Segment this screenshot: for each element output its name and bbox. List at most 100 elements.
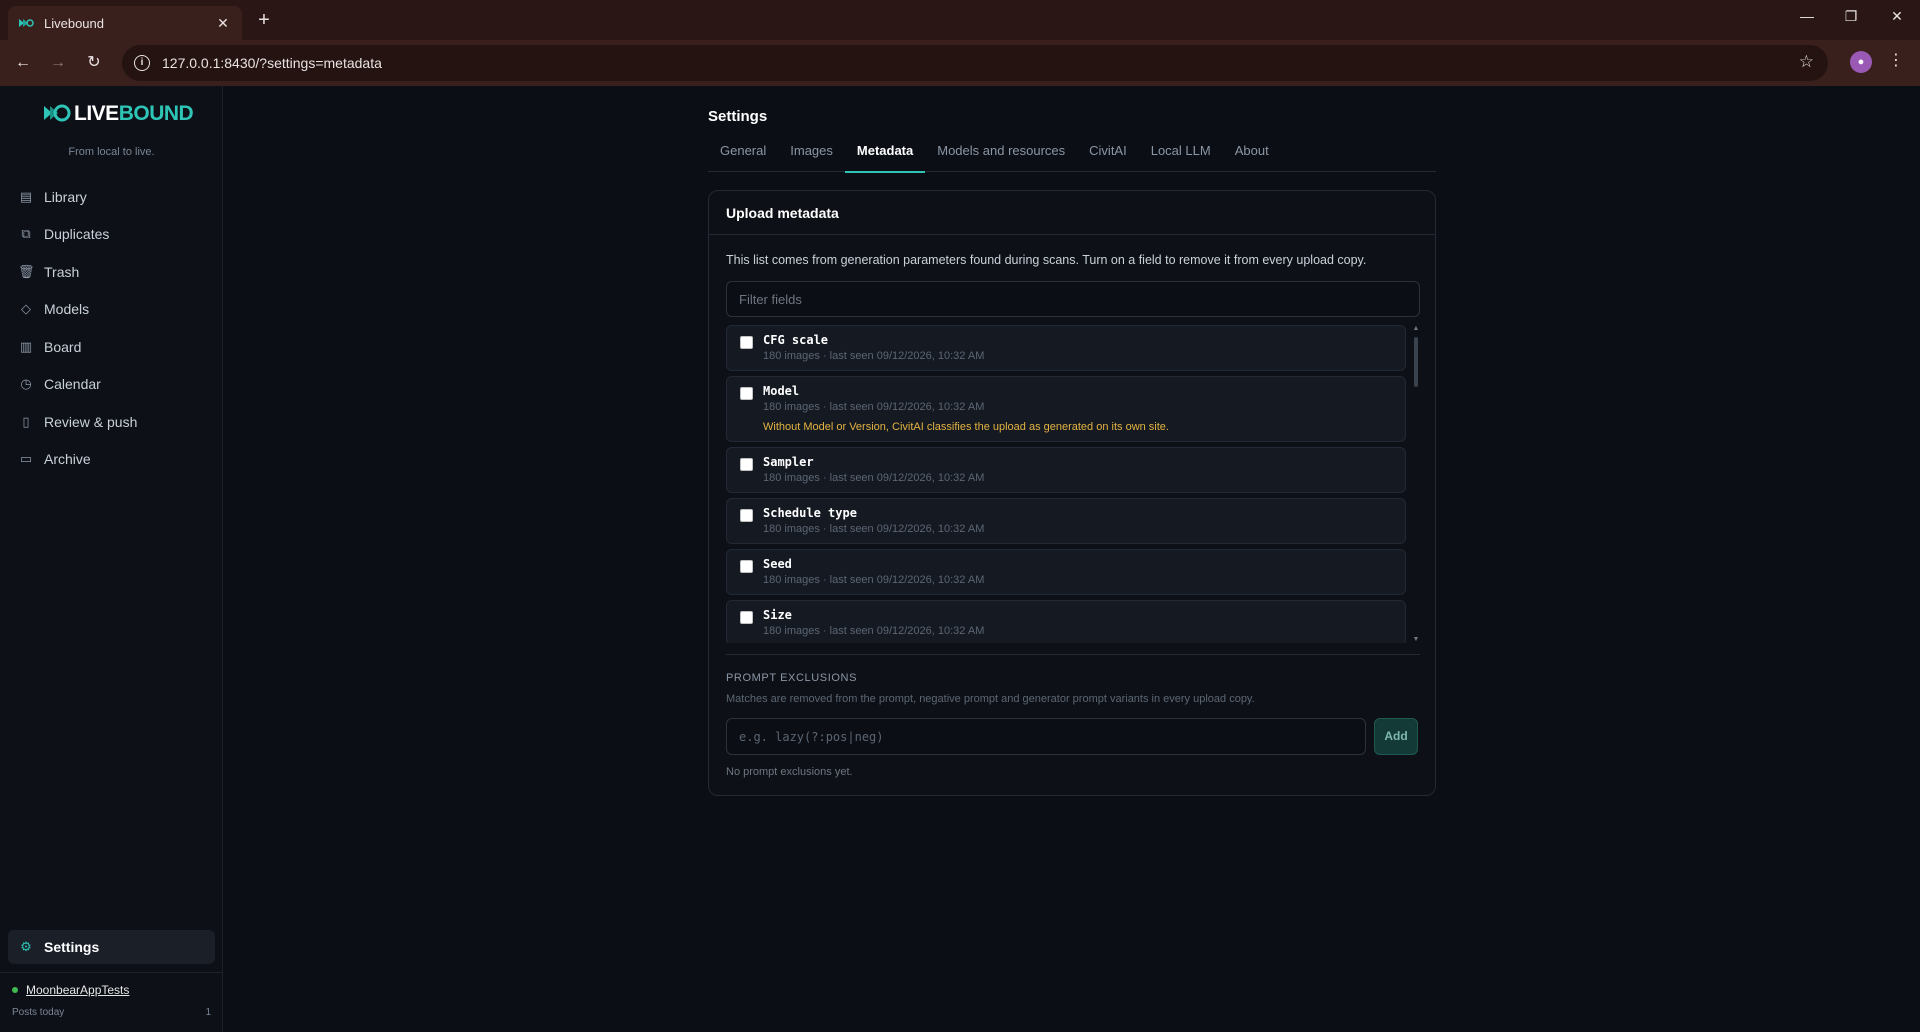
metadata-field-list: CFG scale 180 images · last seen 09/12/2… — [726, 325, 1406, 643]
bookmark-star-icon[interactable]: ☆ — [1799, 52, 1814, 72]
page-title: Settings — [708, 108, 768, 125]
board-icon: ▥ — [19, 338, 33, 354]
sidebar-item-label: Library — [44, 188, 87, 205]
sidebar-item-trash[interactable]: 🗑︎ Trash — [8, 253, 215, 291]
filter-fields-input[interactable] — [726, 281, 1420, 317]
field-checkbox[interactable] — [740, 611, 753, 624]
scroll-down-icon[interactable]: ▼ — [1412, 636, 1420, 643]
browser-menu-icon[interactable]: ⋮ — [1888, 50, 1904, 70]
close-window-icon[interactable]: ✕ — [1885, 8, 1909, 25]
field-list-scrollbar[interactable]: ▲ ▼ — [1412, 325, 1420, 643]
sidebar-item-label: Models — [44, 301, 90, 318]
tab-models-and-resources[interactable]: Models and resources — [925, 130, 1077, 172]
sidebar-item-duplicates[interactable]: ⧉ Duplicates — [8, 216, 215, 254]
settings-icon: ⚙ — [20, 939, 32, 954]
field-meta: 180 images · last seen 09/12/2026, 10:32… — [763, 401, 985, 413]
archive-icon: ▭ — [19, 451, 33, 467]
field-name: Model — [763, 384, 800, 398]
reload-icon[interactable]: ↻ — [82, 51, 106, 75]
sidebar-item-label: Board — [44, 338, 82, 355]
scroll-thumb[interactable] — [1414, 337, 1418, 387]
models-icon: ◇ — [21, 301, 31, 317]
new-tab-icon[interactable]: + — [254, 8, 274, 32]
field-name: Size — [763, 608, 792, 622]
tab-about[interactable]: About — [1223, 130, 1281, 172]
review-icon: ▯ — [22, 413, 30, 429]
field-meta: 180 images · last seen 09/12/2026, 10:32… — [763, 472, 985, 484]
tab-metadata[interactable]: Metadata — [844, 130, 926, 173]
calendar-icon: ◷ — [20, 376, 32, 392]
upload-metadata-card: Upload metadata This list comes from gen… — [708, 190, 1436, 796]
browser-navbar: ← → ↻ i 127.0.0.1:8430/?settings=metadat… — [0, 40, 1920, 86]
metadata-field-model[interactable]: Model 180 images · last seen 09/12/2026,… — [726, 376, 1406, 442]
sidebar-item-archive[interactable]: ▭ Archive — [8, 441, 215, 479]
field-meta: 180 images · last seen 09/12/2026, 10:32… — [763, 625, 985, 637]
field-name: Seed — [763, 557, 792, 571]
sidebar-item-board[interactable]: ▥ Board — [8, 328, 215, 366]
sidebar-item-calendar[interactable]: ◷ Calendar — [8, 366, 215, 404]
prompt-exclusions-empty: No prompt exclusions yet. — [726, 766, 853, 778]
field-name: Sampler — [763, 455, 814, 469]
trash-icon: 🗑︎ — [18, 263, 35, 279]
metadata-field-size[interactable]: Size 180 images · last seen 09/12/2026, … — [726, 600, 1406, 643]
tab-title: Livebound — [44, 15, 104, 31]
field-meta: 180 images · last seen 09/12/2026, 10:32… — [763, 574, 985, 586]
profile-avatar[interactable]: ● — [1850, 51, 1872, 73]
close-tab-icon[interactable]: ✕ — [214, 15, 232, 32]
sidebar-item-label: Review & push — [44, 413, 138, 430]
field-meta: 180 images · last seen 09/12/2026, 10:32… — [763, 523, 985, 535]
address-bar[interactable]: i 127.0.0.1:8430/?settings=metadata ☆ — [122, 45, 1828, 81]
livebound-favicon-icon — [18, 15, 34, 31]
field-checkbox[interactable] — [740, 560, 753, 573]
app-logo[interactable]: LIVEBOUND — [42, 100, 194, 128]
tab-general[interactable]: General — [708, 130, 778, 172]
main-content: Settings General Images Metadata Models … — [224, 86, 1920, 1032]
field-checkbox[interactable] — [740, 509, 753, 522]
sidebar-item-label: Settings — [44, 939, 100, 955]
logo-text: LIVEBOUND — [74, 102, 194, 125]
account-name-link[interactable]: MoonbearAppTests — [26, 983, 129, 997]
sidebar-item-review-push[interactable]: ▯ Review & push — [8, 403, 215, 441]
sidebar-item-label: Trash — [44, 263, 80, 280]
metadata-field-sampler[interactable]: Sampler 180 images · last seen 09/12/202… — [726, 447, 1406, 493]
back-icon[interactable]: ← — [11, 51, 35, 75]
minimize-icon[interactable]: — — [1795, 8, 1819, 24]
settings-tabs: General Images Metadata Models and resou… — [708, 130, 1436, 173]
field-name: CFG scale — [763, 333, 829, 347]
section-divider — [726, 654, 1420, 655]
prompt-exclusions-description: Matches are removed from the prompt, neg… — [726, 693, 1255, 705]
sidebar-item-models[interactable]: ◇ Models — [8, 291, 215, 329]
site-info-icon[interactable]: i — [134, 55, 150, 71]
url-text: 127.0.0.1:8430/?settings=metadata — [162, 55, 382, 71]
sidebar-item-settings[interactable]: ⚙ Settings — [8, 930, 215, 964]
scroll-up-icon[interactable]: ▲ — [1412, 325, 1420, 332]
field-warning: Without Model or Version, CivitAI classi… — [763, 421, 1169, 433]
metadata-field-schedule-type[interactable]: Schedule type 180 images · last seen 09/… — [726, 498, 1406, 544]
sidebar-item-label: Duplicates — [44, 226, 110, 243]
duplicates-icon: ⧉ — [21, 226, 31, 242]
online-status-dot — [12, 987, 18, 993]
forward-icon[interactable]: → — [46, 51, 70, 75]
browser-tab[interactable]: Livebound ✕ — [8, 6, 242, 40]
tab-images[interactable]: Images — [778, 130, 845, 172]
tab-local-llm[interactable]: Local LLM — [1139, 130, 1223, 172]
browser-tabbar: Livebound ✕ + — ❐ ✕ — [0, 0, 1920, 40]
card-description: This list comes from generation paramete… — [726, 253, 1367, 267]
field-meta: 180 images · last seen 09/12/2026, 10:32… — [763, 350, 985, 362]
field-checkbox[interactable] — [740, 336, 753, 349]
logo-mark-icon — [42, 100, 74, 128]
library-icon: ▤ — [19, 188, 33, 204]
posts-today-label: Posts today — [12, 1007, 65, 1018]
tab-civitai[interactable]: CivitAI — [1077, 130, 1139, 172]
field-checkbox[interactable] — [740, 458, 753, 471]
metadata-field-cfg-scale[interactable]: CFG scale 180 images · last seen 09/12/2… — [726, 325, 1406, 371]
sidebar-nav: ▤ Library ⧉ Duplicates 🗑︎ Trash ◇ Models… — [8, 178, 215, 478]
restore-icon[interactable]: ❐ — [1839, 8, 1863, 25]
metadata-field-seed[interactable]: Seed 180 images · last seen 09/12/2026, … — [726, 549, 1406, 595]
add-exclusion-button[interactable]: Add — [1374, 718, 1418, 755]
sidebar-item-library[interactable]: ▤ Library — [8, 178, 215, 216]
sidebar-item-label: Archive — [44, 451, 91, 468]
account-panel: MoonbearAppTests Posts today 1 — [0, 972, 223, 1028]
field-checkbox[interactable] — [740, 387, 753, 400]
prompt-exclusion-input[interactable] — [726, 718, 1366, 755]
